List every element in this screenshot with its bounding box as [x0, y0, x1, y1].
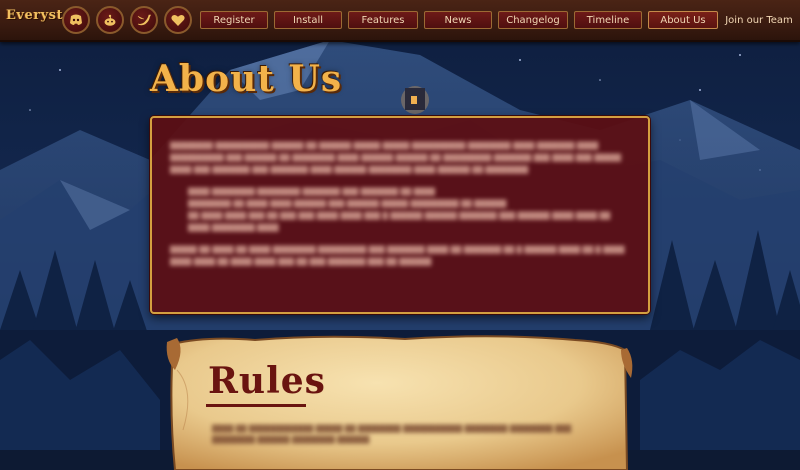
discord-icon[interactable]: [62, 6, 90, 34]
heart-icon[interactable]: [164, 6, 192, 34]
about-blurred-text: ████████ ██████████ ██████ ██ ██████ ███…: [170, 142, 625, 266]
about-panel: ████████ ██████████ ██████ ██ ██████ ███…: [150, 116, 650, 314]
nav-news-button[interactable]: News: [424, 11, 492, 29]
top-navigation-bar: Everyst Register Install Features News C…: [0, 0, 800, 42]
twitter-icon[interactable]: [130, 6, 158, 34]
reddit-icon[interactable]: [96, 6, 124, 34]
rules-underline: [206, 404, 306, 407]
nav-install-button[interactable]: Install: [274, 11, 342, 29]
nav-changelog-button[interactable]: Changelog: [498, 11, 568, 29]
site-logo[interactable]: Everyst: [6, 8, 63, 23]
about-heading: About Us: [150, 58, 343, 100]
rules-blurred-text: ████ ██ ████████████ █████ ██ ████████ █…: [212, 425, 572, 444]
nav-timeline-button[interactable]: Timeline: [574, 11, 642, 29]
nav-join-team-link[interactable]: Join our Team: [722, 11, 796, 29]
nav-register-button[interactable]: Register: [200, 11, 268, 29]
rules-heading: Rules: [208, 360, 326, 402]
nav-about-button[interactable]: About Us: [648, 11, 718, 29]
nav-features-button[interactable]: Features: [348, 11, 418, 29]
